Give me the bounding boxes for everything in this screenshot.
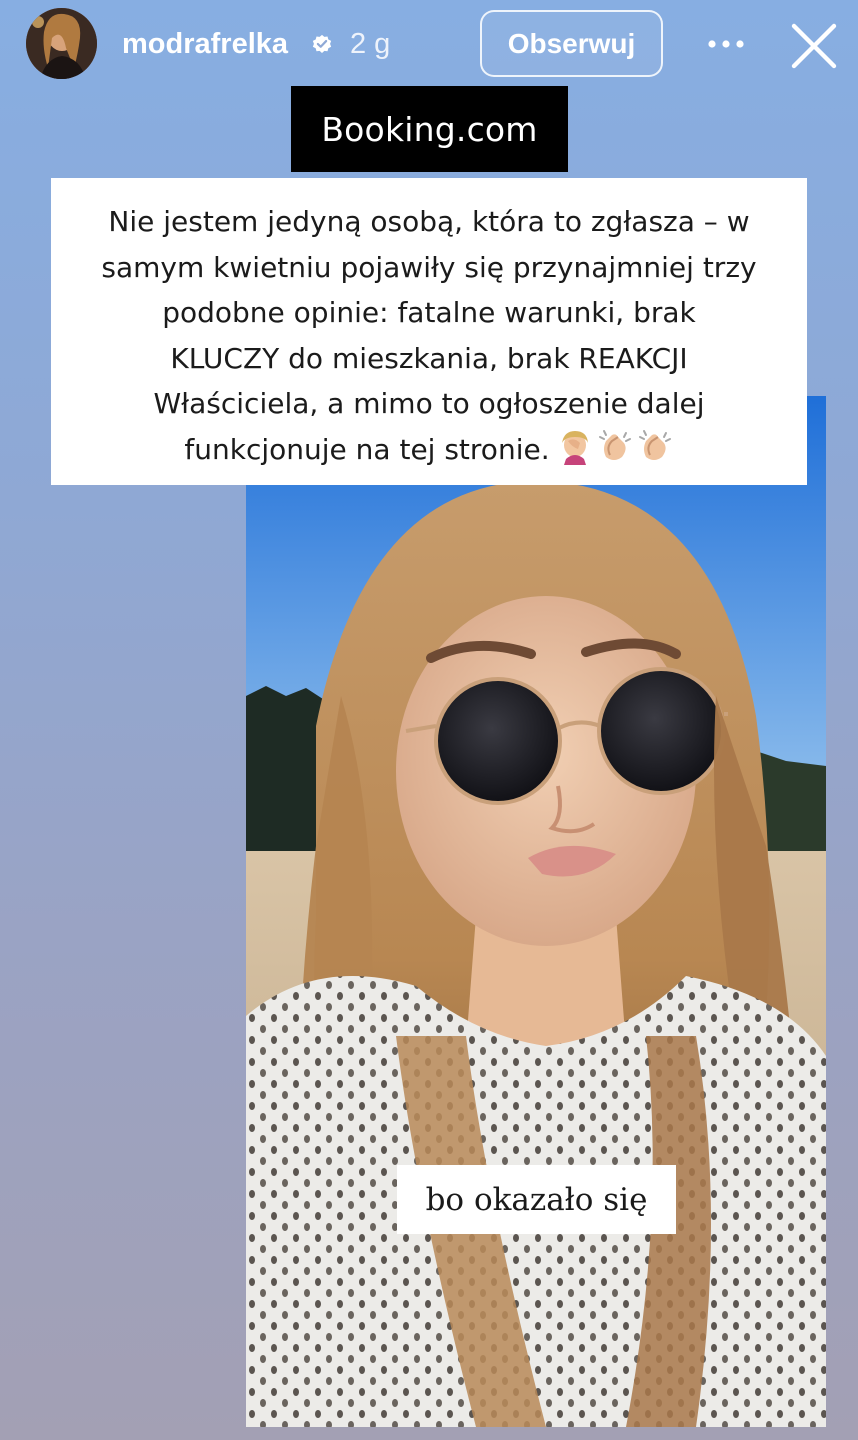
quote-line-last: funkcjonuje na tej stronie.	[75, 427, 783, 479]
quote-line: KLUCZY do mieszkania, brak REAKCJI	[170, 341, 688, 375]
facepalm-emoji-icon	[561, 430, 588, 465]
quote-line: funkcjonuje na tej stronie.	[184, 432, 550, 466]
clapping-hands-emoji-icon	[638, 429, 671, 460]
username[interactable]: modrafrelka	[122, 27, 288, 61]
avatar[interactable]	[26, 8, 97, 79]
quote-line: samym kwietniu pojawiły się przynajmniej…	[101, 250, 757, 284]
story-header: modrafrelka 2 g Obserwuj	[0, 0, 858, 90]
verified-badge-icon	[311, 33, 333, 55]
emoji-group	[554, 429, 674, 479]
quote-line: Właściciela, a mimo to ogłoszenie dalej	[153, 387, 705, 421]
follow-button[interactable]: Obserwuj	[480, 10, 663, 77]
close-icon[interactable]	[786, 18, 842, 74]
more-options-icon[interactable]	[702, 26, 750, 62]
post-time: 2 g	[350, 28, 391, 60]
clapping-hands-emoji-icon	[598, 429, 631, 460]
quote-line: Nie jestem jedyną osobą, która to zgłasz…	[108, 205, 750, 238]
brand-label: Booking.com	[291, 86, 568, 172]
quote-line: podobne opinie: fatalne warunki, brak	[162, 296, 696, 330]
quote-text-box: Nie jestem jedyną osobą, która to zgłasz…	[51, 178, 807, 485]
caption-sticker: bo okazało się	[397, 1165, 676, 1234]
story-photo	[246, 396, 826, 1427]
